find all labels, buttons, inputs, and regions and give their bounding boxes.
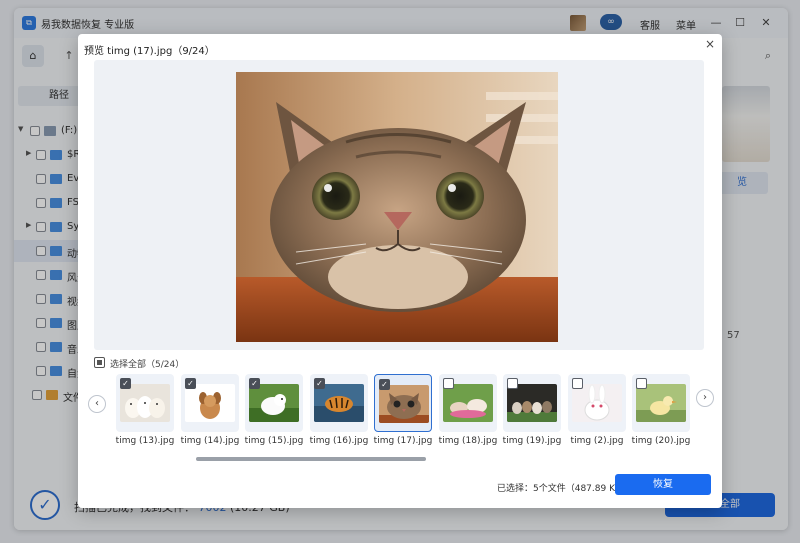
cat-photo (236, 72, 558, 342)
thumbnail-filename: timg (2).jpg (570, 436, 624, 446)
thumbnail-item[interactable]: ✓ (374, 374, 432, 432)
preview-area (94, 60, 704, 350)
thumbnail-item[interactable]: ✓ (245, 374, 303, 432)
thumbnail-image[interactable] (249, 384, 299, 422)
thumbnail-image[interactable] (636, 384, 686, 422)
thumbnail-image[interactable] (572, 384, 622, 422)
thumbnail-item[interactable] (568, 374, 626, 432)
thumbnail-checkbox[interactable] (636, 378, 647, 389)
thumbnail-checkbox[interactable]: ✓ (379, 379, 390, 390)
thumbnail-item[interactable] (439, 374, 497, 432)
dialog-title: 预览 timg (17).jpg（9/24） (84, 46, 215, 57)
thumbnail-image[interactable] (443, 384, 493, 422)
thumbnail-image[interactable] (379, 385, 429, 423)
preview-dialog: 预览 timg (17).jpg（9/24） × 选择全部（5/24） ‹ › … (78, 34, 722, 508)
thumbnail-checkbox[interactable] (443, 378, 454, 389)
thumbnail-item[interactable]: ✓ (116, 374, 174, 432)
thumbnail-filename: timg (20).jpg (631, 436, 691, 446)
thumbnail-checkbox[interactable]: ✓ (185, 378, 196, 389)
horizontal-scrollbar[interactable] (196, 457, 426, 461)
thumbnail-filename: timg (19).jpg (502, 436, 562, 446)
thumbnail-image[interactable] (507, 384, 557, 422)
selected-info: 已选择：5个文件（487.89 KB） (497, 484, 631, 494)
thumbnail-checkbox[interactable]: ✓ (314, 378, 325, 389)
thumbnail-checkbox[interactable] (572, 378, 583, 389)
thumbnail-item[interactable] (632, 374, 690, 432)
thumbnail-filename: timg (18).jpg (438, 436, 498, 446)
thumbnail-image[interactable] (185, 384, 235, 422)
next-arrow-icon[interactable]: › (696, 389, 714, 407)
thumbnail-image[interactable] (314, 384, 364, 422)
recover-button[interactable]: 恢复 (615, 474, 711, 495)
thumbnail-image[interactable] (120, 384, 170, 422)
thumbnail-filename: timg (16).jpg (309, 436, 369, 446)
preview-image (236, 72, 558, 342)
thumbnail-checkbox[interactable] (507, 378, 518, 389)
thumbnail-filename: timg (15).jpg (244, 436, 304, 446)
thumbnail-filename: timg (17).jpg (373, 436, 433, 446)
thumbnail-filename: timg (13).jpg (115, 436, 175, 446)
thumbnail-checkbox[interactable]: ✓ (120, 378, 131, 389)
select-all-label: 选择全部（5/24） (110, 360, 185, 370)
thumbnail-item[interactable]: ✓ (310, 374, 368, 432)
select-all-box[interactable] (94, 357, 105, 368)
thumbnail-filename: timg (14).jpg (180, 436, 240, 446)
thumbnail-checkbox[interactable]: ✓ (249, 378, 260, 389)
prev-arrow-icon[interactable]: ‹ (88, 395, 106, 413)
close-icon[interactable]: × (702, 36, 718, 52)
thumbnail-item[interactable] (503, 374, 561, 432)
thumbnail-item[interactable]: ✓ (181, 374, 239, 432)
